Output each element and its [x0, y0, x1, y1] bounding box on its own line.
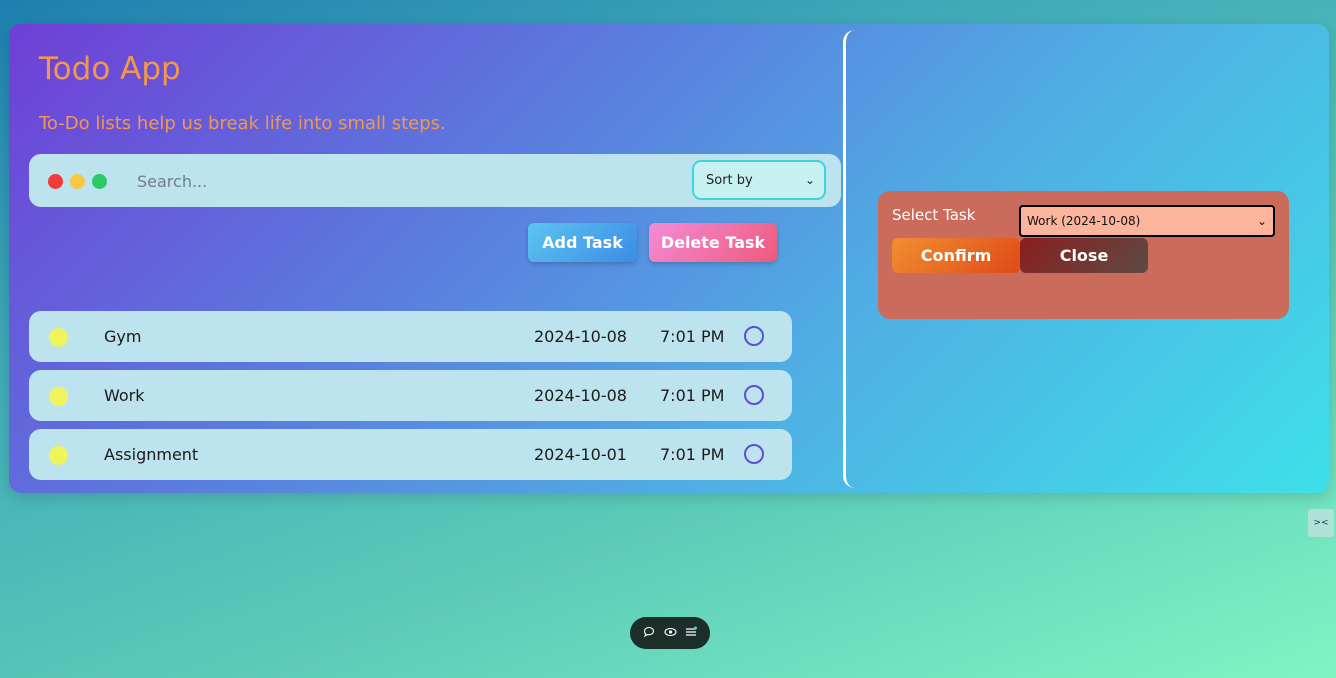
chevron-down-icon: ⌄ — [1256, 214, 1267, 228]
search-bar: Sort by ⌄ — [29, 154, 841, 207]
task-date: 2024-10-08 — [534, 386, 627, 405]
confirm-button[interactable]: Confirm — [892, 238, 1020, 273]
eye-icon[interactable] — [662, 626, 678, 641]
priority-dot-icon — [49, 387, 68, 406]
side-widget[interactable]: >< — [1308, 509, 1334, 537]
task-select-value: Work (2024-10-08) — [1027, 214, 1141, 228]
page-subtitle: To-Do lists help us break life into smal… — [39, 113, 446, 134]
task-item[interactable]: Gym 2024-10-08 7:01 PM — [29, 311, 792, 362]
comment-icon[interactable] — [641, 626, 657, 641]
complete-checkbox[interactable] — [744, 444, 764, 464]
task-item[interactable]: Assignment 2024-10-01 7:01 PM — [29, 429, 792, 480]
sort-select[interactable]: Sort by ⌄ — [692, 160, 826, 200]
priority-dot-icon — [49, 446, 68, 465]
task-time: 7:01 PM — [660, 386, 725, 405]
select-task-label: Select Task — [892, 206, 976, 224]
menu-icon[interactable] — [683, 626, 699, 641]
close-button[interactable]: Close — [1020, 238, 1148, 273]
delete-task-button[interactable]: Delete Task — [649, 223, 777, 262]
bottom-toolbar — [630, 617, 710, 649]
select-task-modal: Select Task Work (2024-10-08) ⌄ Confirm … — [878, 191, 1289, 319]
task-name: Work — [104, 386, 145, 405]
green-dot-icon — [92, 174, 107, 189]
collapse-icon: >< — [1313, 518, 1329, 528]
task-item[interactable]: Work 2024-10-08 7:01 PM — [29, 370, 792, 421]
task-time: 7:01 PM — [660, 445, 725, 464]
complete-checkbox[interactable] — [744, 326, 764, 346]
task-date: 2024-10-01 — [534, 445, 627, 464]
red-dot-icon — [48, 174, 63, 189]
page-title: Todo App — [39, 51, 181, 87]
search-input[interactable] — [137, 166, 677, 196]
task-time: 7:01 PM — [660, 327, 725, 346]
panel-divider — [843, 30, 855, 488]
chevron-down-icon: ⌄ — [804, 173, 815, 187]
task-select[interactable]: Work (2024-10-08) ⌄ — [1019, 205, 1275, 237]
task-date: 2024-10-08 — [534, 327, 627, 346]
app-panel: Todo App To-Do lists help us break life … — [9, 24, 1329, 493]
add-task-button[interactable]: Add Task — [528, 223, 637, 262]
yellow-dot-icon — [70, 174, 85, 189]
task-name: Assignment — [104, 445, 199, 464]
priority-dot-icon — [49, 328, 68, 347]
complete-checkbox[interactable] — [744, 385, 764, 405]
sort-select-label: Sort by — [706, 172, 753, 188]
task-name: Gym — [104, 327, 142, 346]
